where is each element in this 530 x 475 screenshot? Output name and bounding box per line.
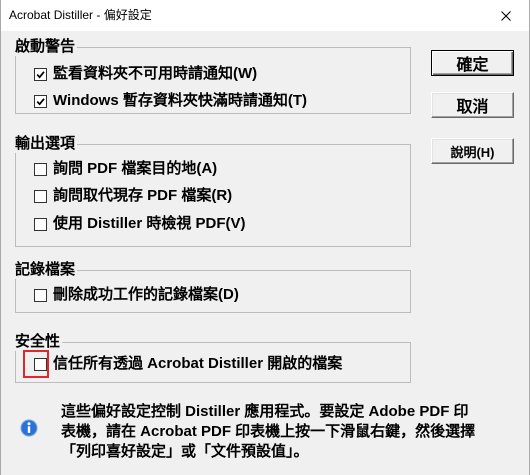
checkbox-label: 詢問 PDF 檔案目的地(A) [53, 160, 218, 177]
close-button[interactable] [483, 0, 529, 31]
checkbox[interactable] [34, 357, 47, 371]
checkbox[interactable] [34, 217, 47, 231]
checkbox[interactable] [34, 67, 47, 81]
checkbox-row-ask-pdf-destination[interactable]: 詢問 PDF 檔案目的地(A) [34, 159, 217, 179]
checkbox-row-ask-replace-pdf[interactable]: 詢問取代現存 PDF 檔案(R) [34, 186, 232, 206]
checkbox[interactable] [34, 162, 47, 176]
info-text-line: 這些偏好設定控制 Distiller 應用程式。要設定 Adobe PDF 印 [61, 403, 469, 420]
checkbox-label: 詢問取代現存 PDF 檔案(R) [53, 187, 233, 204]
info-text: 這些偏好設定控制 Distiller 應用程式。要設定 Adobe PDF 印 … [61, 402, 475, 462]
checkbox[interactable] [34, 189, 47, 203]
group-title: 輸出選項 [13, 135, 78, 153]
group-startup-warnings: 啟動警告 監看資料夾不可用時請通知(W) Windows 暫存資料夾快滿時請通知… [13, 38, 411, 114]
checkbox[interactable] [34, 288, 47, 302]
ok-button[interactable]: 確定 [431, 50, 514, 76]
checkbox-label: 監看資料夾不可用時請通知(W) [53, 65, 258, 82]
info-text-line: 「列印喜好設定」或「文件預設值」。 [61, 443, 309, 460]
checkbox-label: 刪除成功工作的記錄檔案(D) [53, 286, 239, 303]
info-icon [20, 419, 38, 437]
group-title: 記錄檔案 [13, 261, 78, 279]
checkbox-label: Windows 暫存資料夾快滿時請通知(T) [53, 92, 308, 109]
checkbox-label: 信任所有透過 Acrobat Distiller 開啟的檔案 [53, 355, 343, 372]
group-title: 啟動警告 [13, 38, 78, 56]
checkbox-row-delete-log-files[interactable]: 刪除成功工作的記錄檔案(D) [34, 285, 239, 305]
group-security: 安全性 信任所有透過 Acrobat Distiller 開啟的檔案 [13, 333, 411, 383]
checkbox-row-watched-folder-unavailable[interactable]: 監看資料夾不可用時請通知(W) [34, 64, 257, 84]
checkbox-row-temp-folder-full[interactable]: Windows 暫存資料夾快滿時請通知(T) [34, 91, 307, 111]
checkbox-label: 使用 Distiller 時檢視 PDF(V) [53, 215, 246, 232]
cancel-button[interactable]: 取消 [431, 92, 514, 118]
title-bar: Acrobat Distiller - 偏好設定 [1, 0, 529, 31]
checkbox-row-trust-all-files[interactable]: 信任所有透過 Acrobat Distiller 開啟的檔案 [34, 354, 342, 374]
group-output-options: 輸出選項 詢問 PDF 檔案目的地(A) 詢問取代現存 PDF 檔案(R) 使用… [13, 135, 411, 247]
info-text-line: 表機，請在 Acrobat PDF 印表機上按一下滑鼠右鍵，然後選擇 [61, 423, 476, 440]
checkmark-icon [36, 70, 45, 78]
window-title: Acrobat Distiller - 偏好設定 [9, 8, 152, 22]
close-icon [501, 10, 511, 21]
checkmark-icon [36, 97, 45, 105]
preferences-dialog: Acrobat Distiller - 偏好設定 啟動警告 監看資料夾不可用時請… [0, 0, 530, 475]
group-log-files: 記錄檔案 刪除成功工作的記錄檔案(D) [13, 261, 411, 313]
checkbox-row-view-pdf[interactable]: 使用 Distiller 時檢視 PDF(V) [34, 214, 246, 234]
help-button[interactable]: 說明(H) [431, 138, 514, 164]
checkbox[interactable] [34, 94, 47, 108]
group-title: 安全性 [13, 333, 63, 351]
